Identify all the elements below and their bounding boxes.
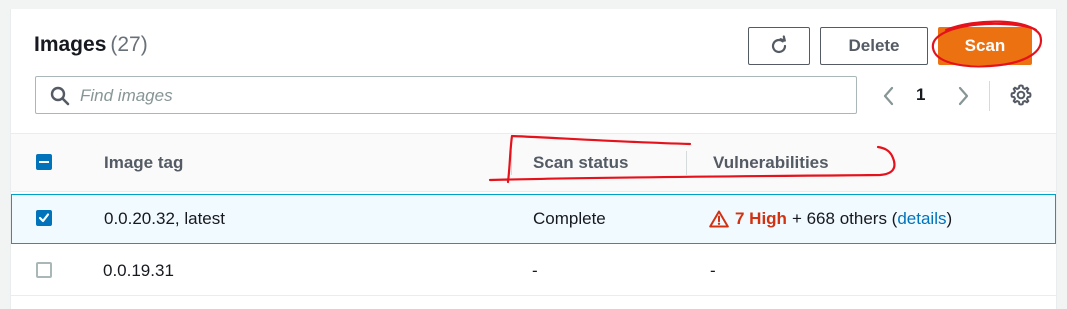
table-row[interactable]: 0.0.20.32, latest Complete 7 High + 668 …	[11, 194, 1056, 244]
image-tag-cell: 0.0.19.31	[103, 261, 174, 280]
delete-button[interactable]: Delete	[820, 27, 928, 65]
scan-button[interactable]: Scan	[938, 27, 1032, 65]
images-panel: Images(27) Delete Scan 1	[10, 9, 1057, 309]
image-tag-cell: 0.0.20.32, latest	[104, 209, 225, 228]
page-number[interactable]: 1	[916, 85, 925, 105]
select-all-checkbox[interactable]	[36, 154, 52, 170]
table-row[interactable]: 0.0.19.31 - -	[11, 244, 1056, 296]
column-header-vulnerabilities[interactable]: Vulnerabilities	[713, 153, 829, 173]
refresh-icon	[771, 35, 787, 54]
column-divider	[511, 151, 512, 175]
high-severity-count: 7 High	[735, 209, 787, 228]
vulnerabilities-cell: 7 High + 668 others (details)	[709, 209, 952, 229]
title-text: Images	[34, 33, 107, 56]
search-input[interactable]	[78, 79, 842, 113]
scan-status-cell: -	[532, 261, 538, 280]
column-header-image-tag[interactable]: Image tag	[104, 153, 183, 173]
chevron-left-icon[interactable]	[879, 85, 899, 107]
other-vulnerabilities-text: + 668 others (	[791, 209, 898, 228]
table-header: Image tag Scan status Vulnerabilities	[11, 133, 1056, 192]
column-header-scan-status[interactable]: Scan status	[533, 153, 628, 173]
search-box[interactable]	[35, 76, 857, 114]
chevron-right-icon[interactable]	[953, 85, 973, 107]
vulnerabilities-cell: -	[710, 261, 716, 280]
gear-icon[interactable]	[1009, 83, 1033, 107]
row-checkbox-checked[interactable]	[36, 210, 52, 226]
page-title: Images (27)	[34, 33, 148, 57]
search-icon	[50, 86, 70, 106]
details-link[interactable]: details	[897, 209, 946, 229]
pager-divider	[989, 81, 990, 111]
refresh-button[interactable]	[748, 27, 810, 65]
row-checkbox[interactable]	[36, 262, 52, 278]
image-count: (27)	[110, 33, 148, 56]
scan-status-cell: Complete	[533, 209, 606, 228]
closing-paren: )	[946, 209, 953, 228]
column-divider	[686, 151, 687, 175]
panel-header: Images(27) Delete Scan 1	[11, 9, 1056, 133]
check-icon	[38, 213, 50, 223]
warning-icon	[709, 210, 729, 228]
